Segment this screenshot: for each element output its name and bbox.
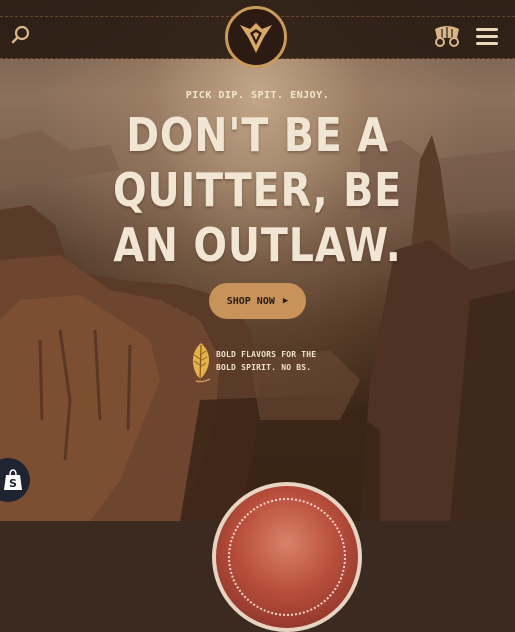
hero-headline: DON'T BE A QUITTER, BE AN OUTLAW.: [36, 108, 479, 273]
promo-line: BOLD SPIRIT. NO BS.: [216, 363, 312, 372]
tobacco-leaf-icon: [192, 343, 211, 383]
promo-line: BOLD FLAVORS FOR THE: [216, 350, 317, 359]
brand-logo[interactable]: [225, 6, 287, 68]
site-header: [0, 0, 515, 68]
covered-wagon-cart-icon: [435, 26, 459, 47]
headline-line: QUITTER, BE: [112, 163, 403, 217]
product-can-image: [212, 482, 362, 632]
shop-now-label: SHOP NOW: [226, 295, 275, 307]
cart-button[interactable]: [432, 24, 462, 48]
promo-text: BOLD FLAVORS FOR THE BOLD SPIRIT. NO BS.: [216, 348, 346, 374]
headline-line: DON'T BE A: [126, 108, 389, 162]
menu-button[interactable]: [474, 26, 500, 48]
shopify-bag-icon: S: [4, 469, 22, 490]
can-lid-stitching: [228, 498, 346, 616]
shop-now-button[interactable]: SHOP NOW ▶: [209, 283, 306, 319]
headline-line: AN OUTLAW.: [113, 218, 402, 272]
svg-text:S: S: [9, 477, 17, 490]
chevron-right-icon: ▶: [282, 296, 289, 306]
hero-tagline: PICK DIP. SPIT. ENJOY.: [185, 90, 330, 101]
outlaw-logo-icon: [240, 23, 272, 53]
search-icon: [11, 25, 30, 44]
search-button[interactable]: [10, 24, 32, 46]
hamburger-menu-icon: [476, 28, 498, 45]
